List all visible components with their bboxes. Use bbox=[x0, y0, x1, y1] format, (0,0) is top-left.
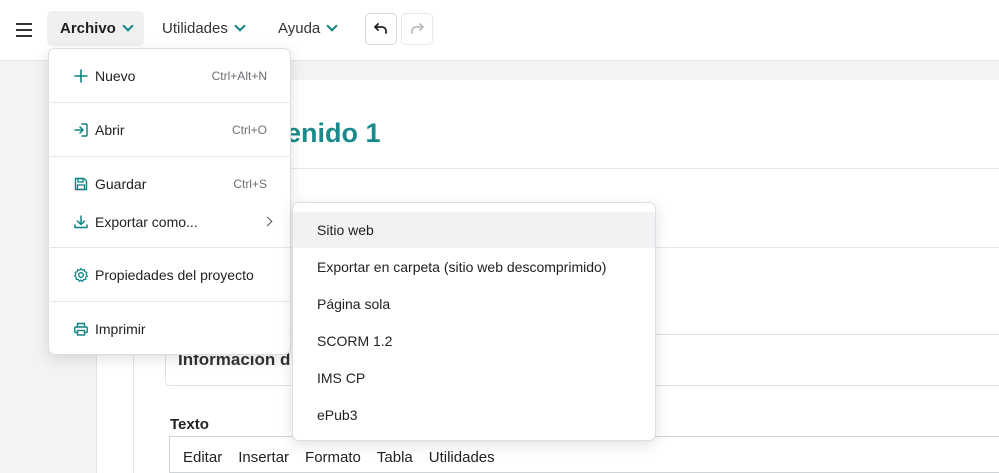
export-pagina-sola[interactable]: Página sola bbox=[293, 286, 655, 322]
shortcut-nuevo: Ctrl+Alt+N bbox=[211, 69, 267, 83]
menu-ayuda-label: Ayuda bbox=[278, 20, 321, 37]
menu-item-nuevo-label: Nuevo bbox=[95, 68, 136, 84]
editor-menu-tabla[interactable]: Tabla bbox=[377, 449, 413, 466]
download-icon bbox=[74, 215, 88, 229]
export-submenu: Sitio web Exportar en carpeta (sitio web… bbox=[292, 202, 656, 441]
menu-item-propiedades-label: Propiedades del proyecto bbox=[95, 267, 254, 283]
menu-utilidades[interactable]: Utilidades bbox=[149, 11, 256, 46]
menu-item-abrir-label: Abrir bbox=[95, 122, 125, 138]
chevron-down-icon bbox=[326, 20, 338, 32]
menu-item-guardar[interactable]: Guardar Ctrl+S bbox=[49, 167, 290, 201]
redo-icon bbox=[411, 23, 424, 34]
redo-button[interactable] bbox=[401, 13, 433, 45]
menu-archivo-label: Archivo bbox=[60, 20, 116, 37]
editor-menu-insertar[interactable]: Insertar bbox=[238, 449, 289, 466]
menu-item-propiedades[interactable]: Propiedades del proyecto bbox=[49, 258, 290, 292]
menu-separator bbox=[50, 301, 291, 302]
chevron-down-icon bbox=[122, 20, 134, 32]
chevron-right-icon bbox=[262, 216, 273, 227]
editor-menu-formato[interactable]: Formato bbox=[305, 449, 361, 466]
menu-item-exportar-label: Exportar como... bbox=[95, 214, 198, 230]
title-divider bbox=[193, 168, 999, 169]
menu-archivo[interactable]: Archivo bbox=[47, 11, 144, 46]
export-epub3[interactable]: ePub3 bbox=[293, 397, 655, 433]
menu-item-imprimir-label: Imprimir bbox=[95, 321, 146, 337]
sign-in-icon bbox=[74, 123, 88, 137]
gear-icon bbox=[73, 267, 89, 282]
printer-icon bbox=[74, 322, 88, 336]
menu-ayuda[interactable]: Ayuda bbox=[265, 11, 348, 46]
editor-menu-editar[interactable]: Editar bbox=[183, 449, 222, 466]
menu-utilidades-label: Utilidades bbox=[162, 20, 228, 37]
floppy-disk-icon bbox=[74, 177, 88, 191]
export-scorm[interactable]: SCORM 1.2 bbox=[293, 323, 655, 359]
export-carpeta[interactable]: Exportar en carpeta (sitio web descompri… bbox=[293, 249, 655, 285]
menu-separator bbox=[50, 156, 291, 157]
plus-icon bbox=[74, 69, 88, 83]
texto-label: Texto bbox=[170, 416, 209, 433]
chevron-down-icon bbox=[234, 20, 246, 32]
menu-item-guardar-label: Guardar bbox=[95, 176, 147, 192]
archivo-dropdown: Nuevo Ctrl+Alt+N Abrir Ctrl+O Guardar Ct… bbox=[48, 48, 291, 355]
shortcut-guardar: Ctrl+S bbox=[233, 177, 267, 191]
export-sitio-web[interactable]: Sitio web bbox=[293, 212, 655, 248]
menu-item-abrir[interactable]: Abrir Ctrl+O bbox=[49, 113, 290, 147]
menu-item-nuevo[interactable]: Nuevo Ctrl+Alt+N bbox=[49, 59, 290, 93]
editor-menubar: Editar Insertar Formato Tabla Utilidades bbox=[183, 449, 495, 466]
page-title: tenido 1 bbox=[277, 118, 381, 148]
hamburger-menu-icon[interactable] bbox=[14, 20, 36, 40]
editor-menu-utilidades[interactable]: Utilidades bbox=[429, 449, 495, 466]
undo-icon bbox=[374, 23, 387, 34]
menu-separator bbox=[50, 247, 291, 248]
menu-separator bbox=[50, 102, 291, 103]
shortcut-abrir: Ctrl+O bbox=[231, 123, 267, 137]
menu-item-imprimir[interactable]: Imprimir bbox=[49, 312, 290, 346]
text-editor[interactable]: Editar Insertar Formato Tabla Utilidades bbox=[169, 436, 999, 473]
undo-button[interactable] bbox=[365, 13, 397, 45]
export-ims-cp[interactable]: IMS CP bbox=[293, 360, 655, 396]
menu-item-exportar[interactable]: Exportar como... bbox=[49, 205, 290, 239]
